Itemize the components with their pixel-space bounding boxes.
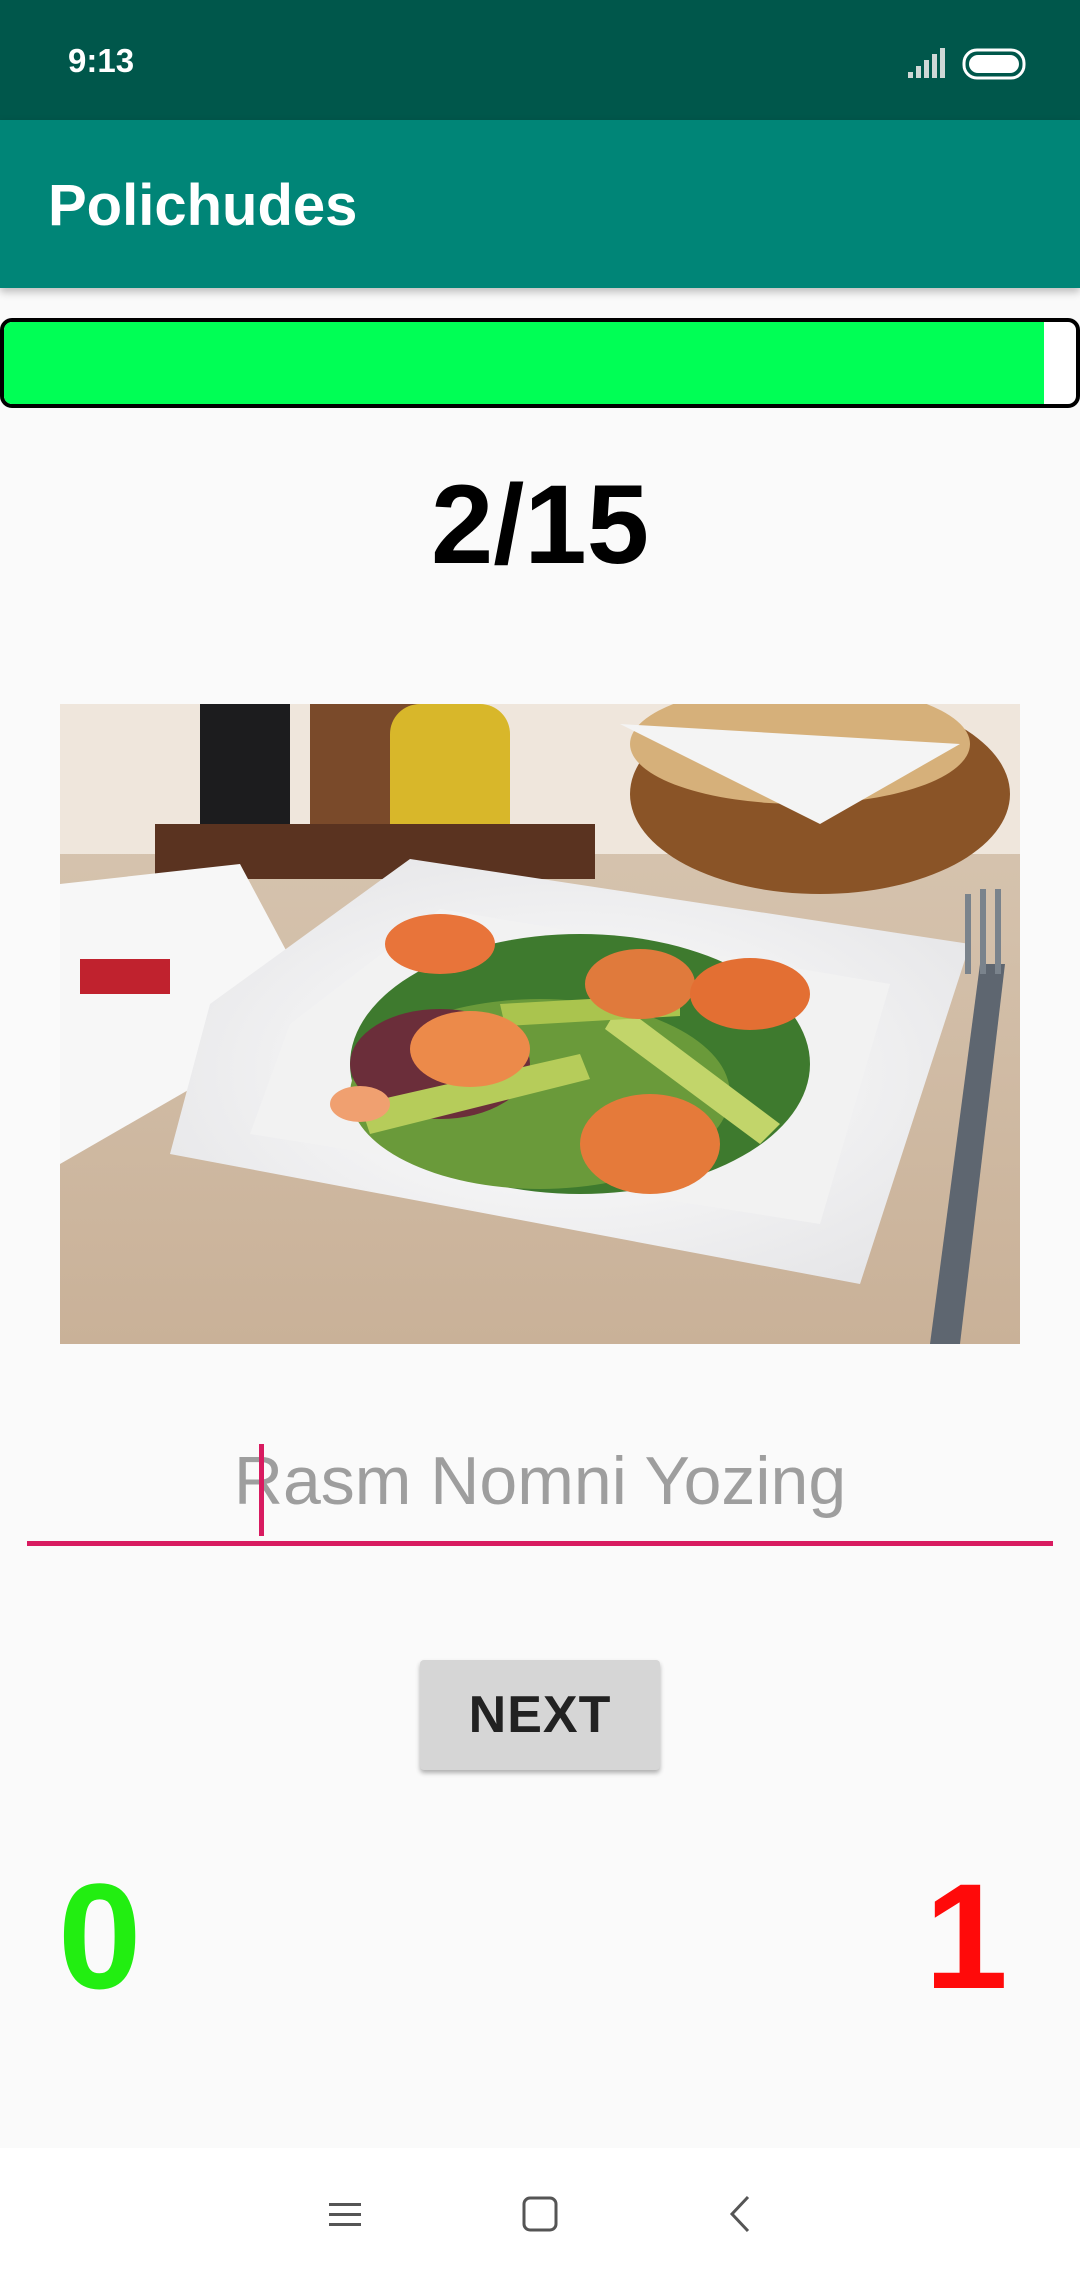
menu-button[interactable] — [309, 2178, 381, 2250]
app-title: Polichudes — [48, 173, 358, 238]
app-bar: Polichudes — [0, 120, 1080, 288]
correct-score: 0 — [58, 1852, 142, 2020]
answer-input[interactable] — [27, 1420, 1053, 1541]
answer-field[interactable] — [27, 1420, 1053, 1546]
back-button[interactable] — [704, 2178, 776, 2250]
home-button[interactable] — [504, 2178, 576, 2250]
back-icon — [729, 2195, 750, 2233]
question-counter: 2/15 — [431, 462, 649, 587]
question-image — [60, 704, 1020, 1344]
text-cursor — [259, 1444, 264, 1536]
system-nav-bar — [0, 2148, 1080, 2280]
status-bar: 9:13 — [0, 0, 1080, 120]
wrong-score: 1 — [924, 1852, 1008, 2020]
next-button[interactable]: NEXT — [420, 1660, 660, 1770]
progress-fill — [4, 322, 1044, 404]
status-time: 9:13 — [68, 42, 135, 79]
quiz-progress-bar — [0, 318, 1080, 408]
salad-photo — [60, 704, 1020, 1344]
signal-icon — [908, 48, 945, 78]
home-icon — [522, 2196, 558, 2232]
menu-icon — [329, 2203, 361, 2226]
battery-icon — [962, 48, 1026, 80]
